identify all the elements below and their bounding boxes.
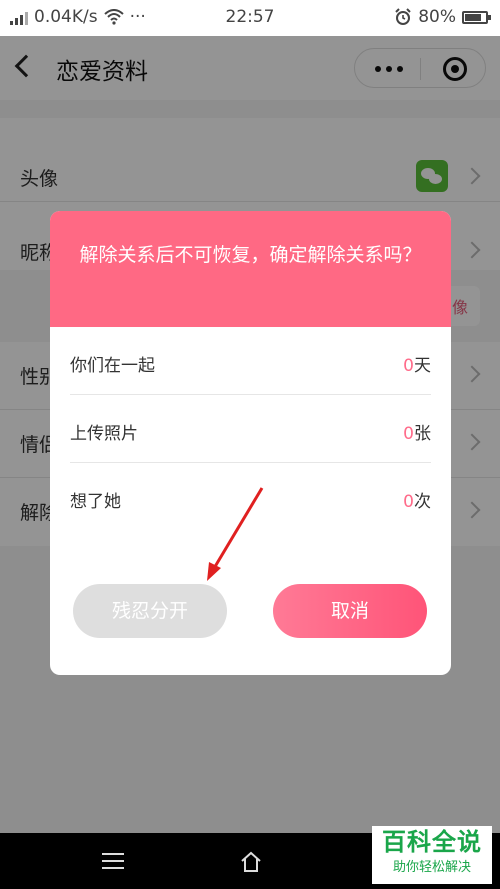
battery-icon bbox=[462, 10, 491, 24]
unbind-confirm-dialog: 解除关系后不可恢复，确定解除关系吗？ 你们在一起 0天 上传照片 0张 想了她 … bbox=[50, 211, 451, 675]
alarm-icon bbox=[395, 8, 411, 25]
stat-number: 0 bbox=[403, 356, 414, 376]
stat-unit: 张 bbox=[414, 424, 431, 444]
stat-row-missed: 想了她 0次 bbox=[70, 463, 431, 531]
cancel-button[interactable]: 取消 bbox=[273, 584, 427, 638]
relationship-stats: 你们在一起 0天 上传照片 0张 想了她 0次 bbox=[50, 327, 451, 531]
stat-number: 0 bbox=[403, 492, 414, 512]
stat-row-days: 你们在一起 0天 bbox=[70, 327, 431, 395]
stat-label: 上传照片 bbox=[70, 424, 138, 444]
stat-label: 你们在一起 bbox=[70, 356, 155, 376]
menu-icon[interactable] bbox=[102, 853, 124, 869]
stat-unit: 天 bbox=[414, 356, 431, 376]
battery-percent: 80% bbox=[418, 7, 456, 27]
dialog-title: 解除关系后不可恢复，确定解除关系吗？ bbox=[50, 211, 451, 327]
watermark-logo: 百科全说 助你轻松解决 bbox=[372, 826, 492, 884]
status-bar: 0.04K/s ··· 22:57 80% bbox=[0, 0, 500, 36]
stat-unit: 次 bbox=[414, 492, 431, 512]
stat-value: 0次 bbox=[403, 487, 431, 512]
stat-value: 0张 bbox=[403, 419, 431, 444]
confirm-unbind-button[interactable]: 残忍分开 bbox=[73, 584, 227, 638]
stat-number: 0 bbox=[403, 424, 414, 444]
watermark-subtitle: 助你轻松解决 bbox=[392, 860, 471, 875]
home-icon[interactable] bbox=[240, 851, 262, 873]
stat-row-photos: 上传照片 0张 bbox=[70, 395, 431, 463]
watermark-title: 百科全说 bbox=[382, 828, 482, 856]
stat-label: 想了她 bbox=[70, 492, 121, 512]
stat-value: 0天 bbox=[403, 351, 431, 376]
